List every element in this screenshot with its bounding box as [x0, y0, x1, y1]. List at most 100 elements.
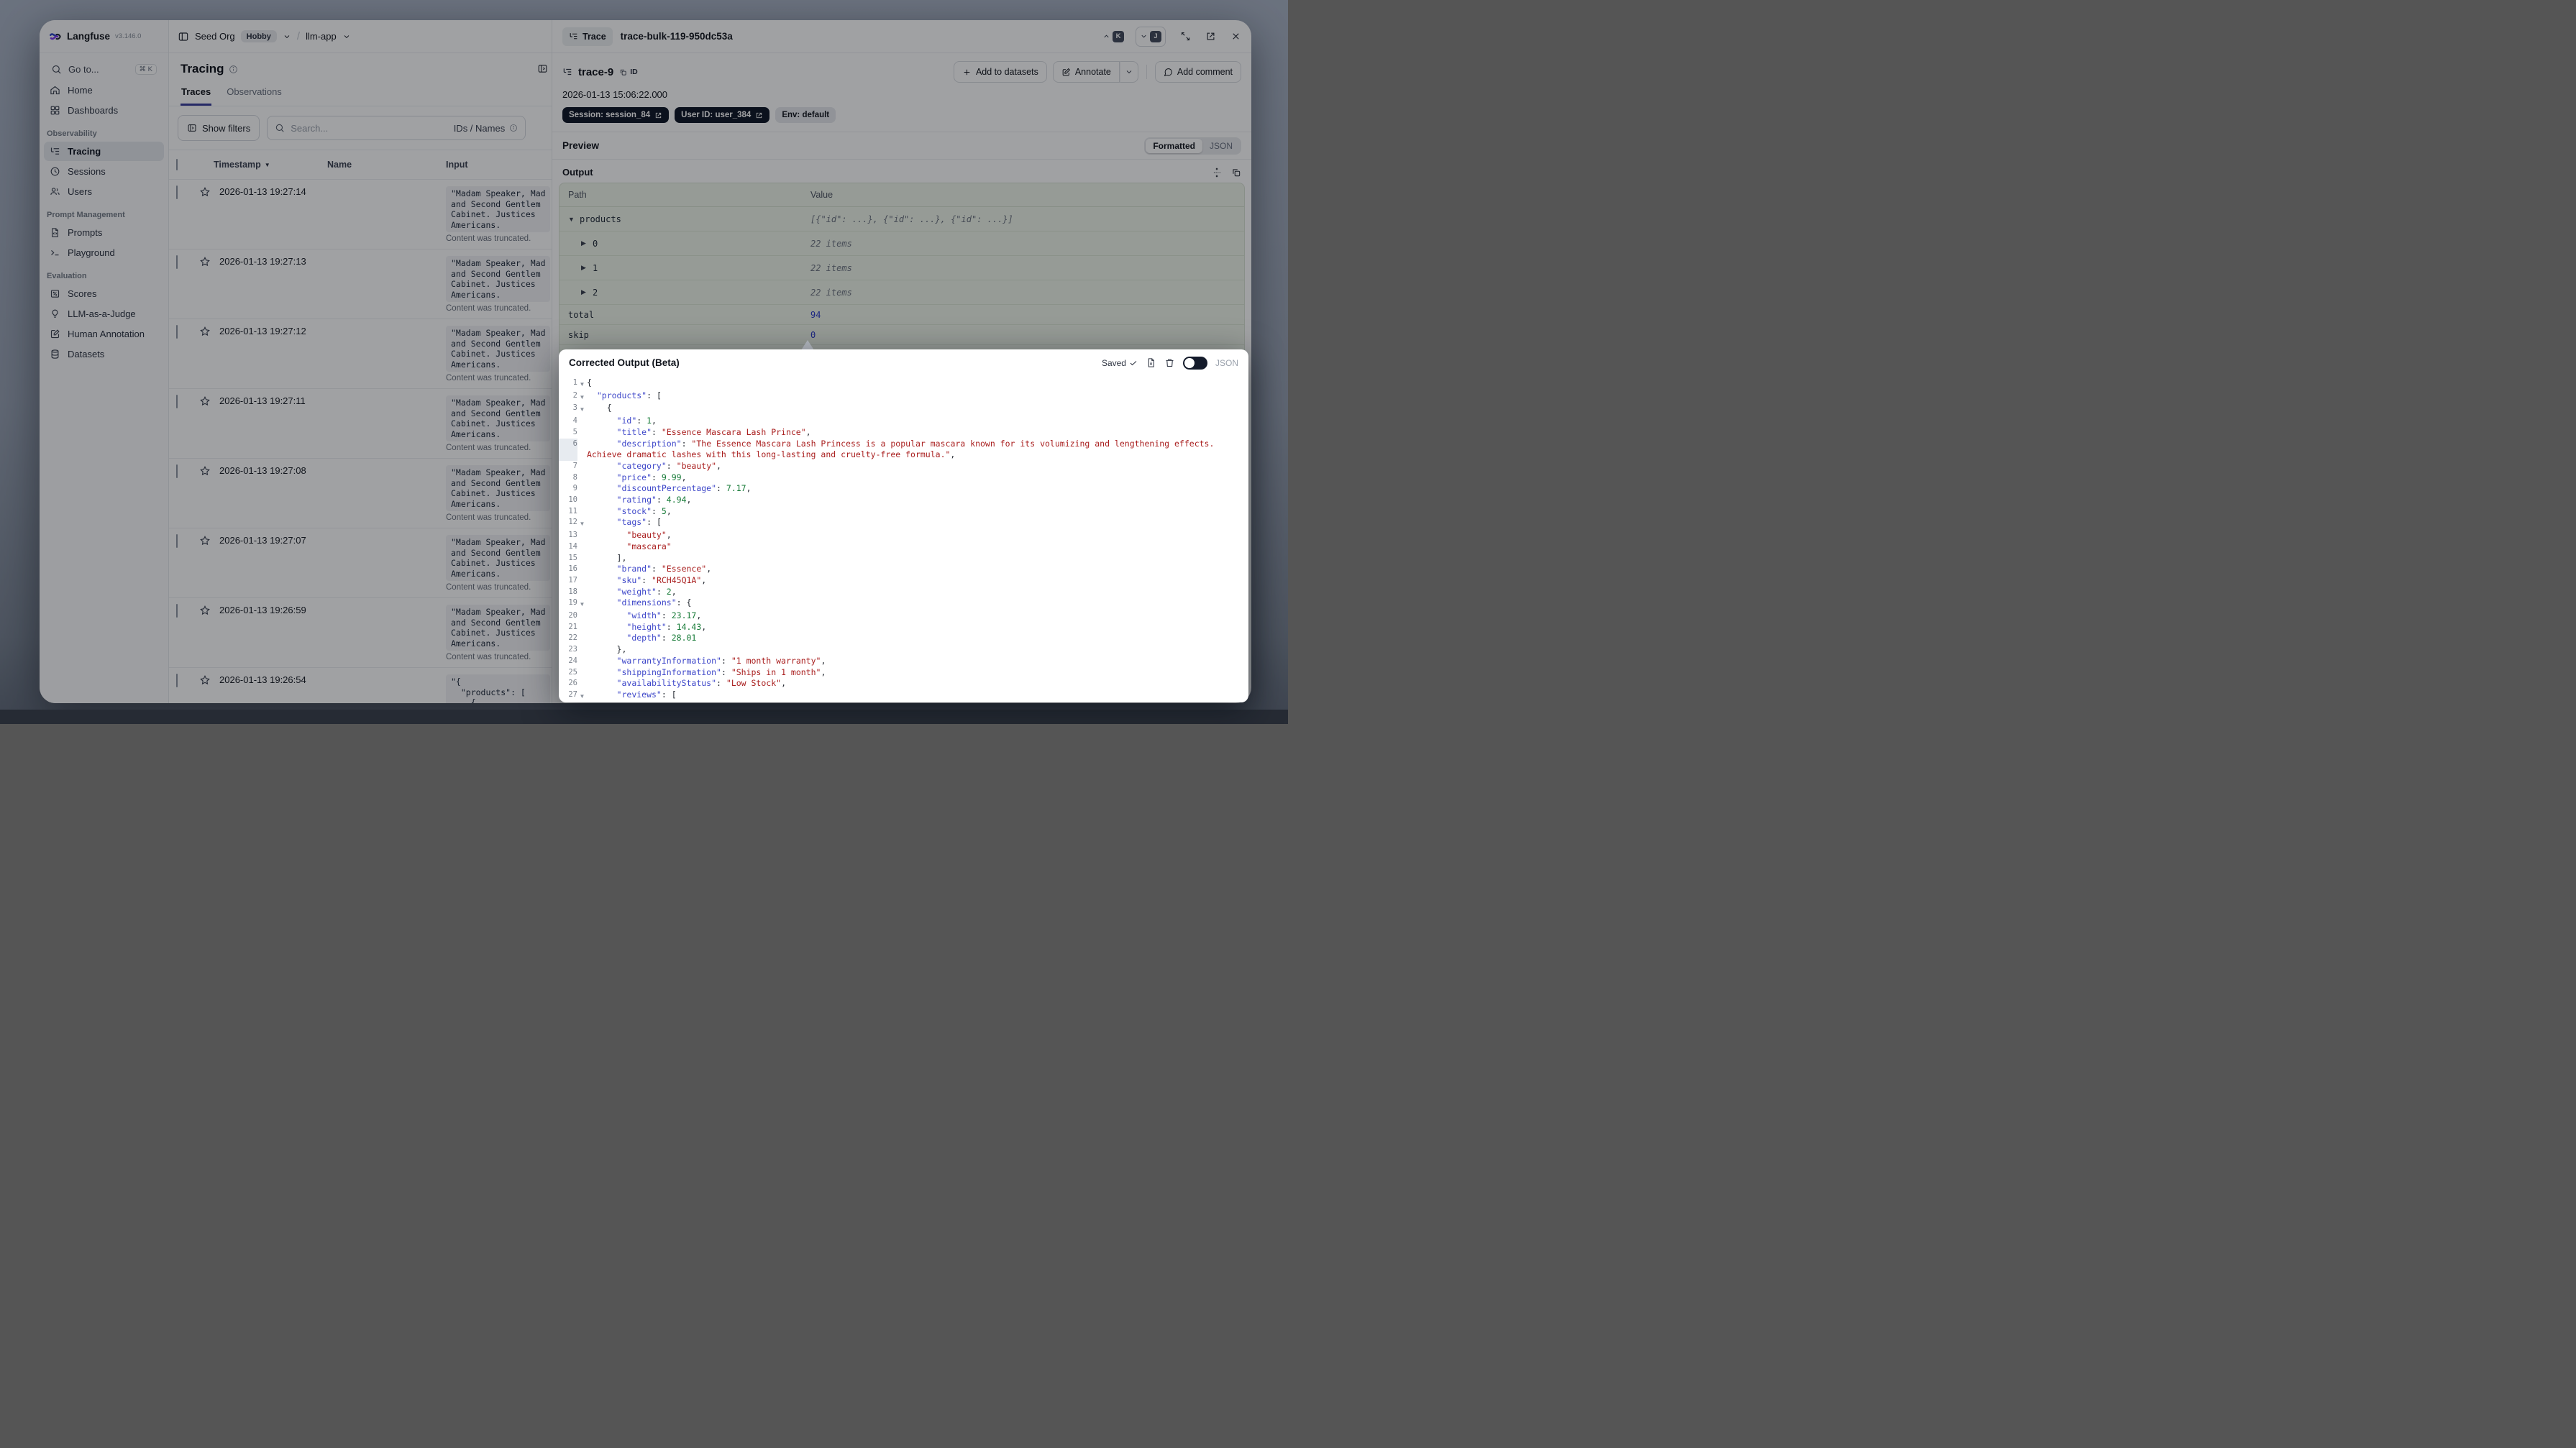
code-line[interactable]: 19 ▼ "dimensions": {: [559, 597, 1248, 610]
line-number: 13: [568, 531, 577, 540]
code-content: },: [587, 644, 627, 655]
fold-chevron-icon[interactable]: ▼: [577, 689, 587, 702]
fold-chevron-icon[interactable]: ▼: [577, 377, 587, 390]
line-number: 2: [572, 390, 577, 400]
corrected-output-header: Corrected Output (Beta) Saved JSON: [559, 349, 1248, 376]
code-content: "tags": [: [616, 517, 662, 528]
code-line[interactable]: 8 "price": 9.99,: [559, 472, 1248, 484]
code-content: "brand": "Essence",: [616, 564, 712, 574]
code-content: "warrantyInformation": "1 month warranty…: [616, 655, 826, 666]
line-number: 21: [568, 622, 577, 631]
code-content: "id": 1,: [616, 416, 657, 426]
fold-chevron-icon[interactable]: ▼: [577, 597, 587, 610]
line-number: 18: [568, 587, 577, 596]
code-line[interactable]: 11 "stock": 5,: [559, 506, 1248, 518]
code-line[interactable]: 13 "beauty",: [559, 530, 1248, 541]
code-line[interactable]: 9 "discountPercentage": 7.17,: [559, 483, 1248, 495]
code-line[interactable]: 4 "id": 1,: [559, 416, 1248, 427]
fold-chevron-icon[interactable]: ▼: [577, 517, 587, 530]
code-content: "weight": 2,: [616, 586, 677, 597]
code-content: "rating": 4.94,: [616, 495, 692, 505]
code-content: "products": [: [596, 390, 662, 400]
code-line[interactable]: 25 "shippingInformation": "Ships in 1 mo…: [559, 667, 1248, 679]
line-number: 20: [568, 611, 577, 620]
line-number: 27: [568, 689, 577, 699]
line-number: 9: [572, 484, 577, 493]
code-line[interactable]: 24 "warrantyInformation": "1 month warra…: [559, 656, 1248, 667]
line-number: 23: [568, 645, 577, 654]
code-line[interactable]: 26 "availabilityStatus": "Low Stock",: [559, 678, 1248, 689]
toggle-knob: [1184, 357, 1195, 368]
code-line[interactable]: 14 "mascara": [559, 541, 1248, 553]
panel-caret: [801, 340, 814, 350]
screen: Langfuse v3.146.0 Go to... ⌘ K Home Dashb…: [0, 0, 1288, 724]
line-number: 6: [559, 438, 577, 461]
code-line[interactable]: 6 "description": "The Essence Mascara La…: [559, 438, 1248, 461]
line-number: 8: [572, 472, 577, 482]
check-icon: [1130, 360, 1137, 365]
code-content: "height": 14.43,: [626, 621, 707, 632]
code-line[interactable]: 18 "weight": 2,: [559, 587, 1248, 598]
line-number: 11: [568, 506, 577, 515]
line-number: 22: [568, 633, 577, 643]
line-number: 24: [568, 656, 577, 665]
line-number: 3: [572, 403, 577, 413]
code-content: "stock": 5,: [616, 505, 672, 516]
line-number: 4: [572, 416, 577, 426]
code-line[interactable]: 15 ],: [559, 553, 1248, 564]
line-number: 7: [572, 461, 577, 470]
code-line[interactable]: 22 "depth": 28.01: [559, 633, 1248, 644]
code-line[interactable]: 10 "rating": 4.94,: [559, 495, 1248, 506]
code-line[interactable]: 21 "height": 14.43,: [559, 622, 1248, 633]
line-number: 25: [568, 667, 577, 677]
save-file-icon[interactable]: [1146, 357, 1156, 368]
json-toggle-label: JSON: [1215, 357, 1238, 368]
code-content: "discountPercentage": 7.17,: [616, 483, 752, 494]
code-line[interactable]: 3 ▼ {: [559, 403, 1248, 416]
json-code-editor[interactable]: 1 ▼{2 ▼ "products": [3 ▼ {4 "id": 1, 5 "titl…: [559, 376, 1248, 702]
saved-status: Saved: [1102, 358, 1138, 368]
code-content: {: [587, 377, 592, 388]
json-toggle[interactable]: [1182, 356, 1207, 370]
code-line[interactable]: 7 "category": "beauty",: [559, 461, 1248, 472]
line-number: 15: [568, 553, 577, 562]
code-content: "price": 9.99,: [616, 472, 687, 482]
corrected-output-panel: Corrected Output (Beta) Saved JSON 1 ▼{2 ▼…: [559, 349, 1248, 702]
code-content: "dimensions": {: [616, 597, 692, 608]
fold-chevron-icon[interactable]: ▼: [577, 390, 587, 403]
code-content: "mascara": [626, 541, 672, 551]
line-number: 10: [568, 495, 577, 505]
code-line[interactable]: 17 "sku": "RCH45Q1A",: [559, 575, 1248, 587]
line-number: 16: [568, 564, 577, 574]
line-number: 17: [568, 575, 577, 585]
code-line[interactable]: 16 "brand": "Essence",: [559, 564, 1248, 575]
code-content: "width": 23.17,: [626, 610, 702, 621]
line-number: 14: [568, 541, 577, 551]
code-content: ],: [587, 552, 627, 563]
code-line[interactable]: 20 "width": 23.17,: [559, 610, 1248, 622]
corrected-output-title: Corrected Output (Beta): [569, 357, 680, 368]
code-line[interactable]: 1 ▼{: [559, 377, 1248, 390]
line-number: 1: [572, 378, 577, 387]
code-line[interactable]: 5 "title": "Essence Mascara Lash Prince"…: [559, 427, 1248, 439]
code-content: "sku": "RCH45Q1A",: [616, 574, 707, 585]
line-number: 26: [568, 679, 577, 688]
fold-chevron-icon[interactable]: ▼: [577, 403, 587, 416]
code-content: "beauty",: [626, 530, 672, 541]
code-line[interactable]: 23 },: [559, 644, 1248, 656]
code-content: "category": "beauty",: [616, 460, 721, 471]
line-number: 12: [568, 518, 577, 527]
code-line[interactable]: 27 ▼ "reviews": [: [559, 689, 1248, 702]
code-content: "availabilityStatus": "Low Stock",: [616, 678, 786, 689]
code-content: "description": "The Essence Mascara Lash…: [587, 438, 1220, 460]
code-content: "shippingInformation": "Ships in 1 month…: [616, 666, 826, 677]
code-content: "title": "Essence Mascara Lash Prince",: [616, 426, 811, 437]
code-content: "reviews": [: [616, 689, 677, 700]
line-number: 5: [572, 427, 577, 436]
code-content: {: [587, 403, 612, 413]
code-content: "depth": 28.01: [626, 633, 697, 643]
code-line[interactable]: 12 ▼ "tags": [: [559, 517, 1248, 530]
code-line[interactable]: 2 ▼ "products": [: [559, 390, 1248, 403]
line-number: 19: [568, 598, 577, 608]
trash-icon[interactable]: [1164, 357, 1175, 368]
